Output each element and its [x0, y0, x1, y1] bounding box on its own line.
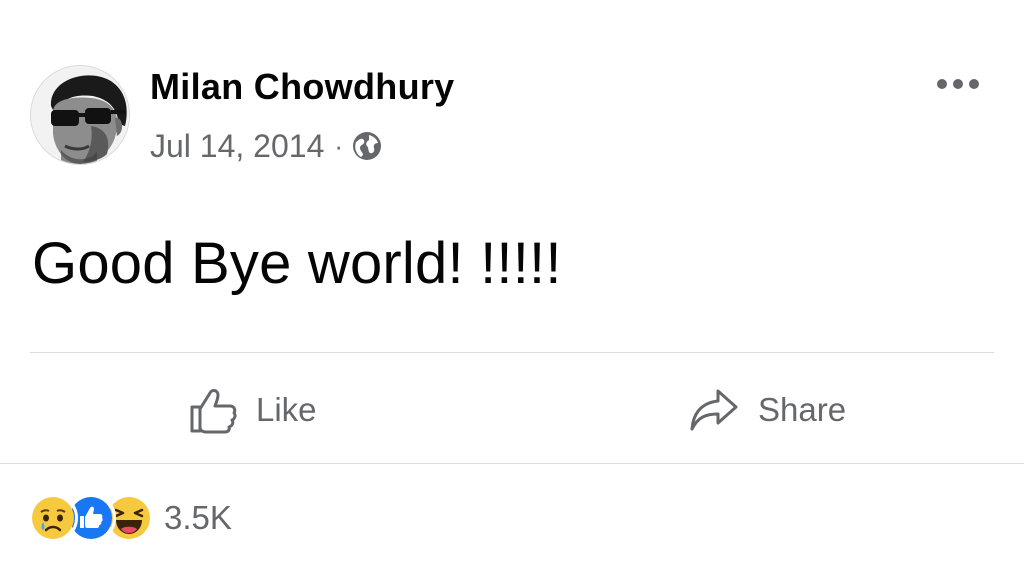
share-label: Share: [758, 391, 847, 428]
more-options-button[interactable]: [928, 66, 988, 102]
like-button[interactable]: Like: [188, 380, 317, 440]
like-label: Like: [256, 391, 317, 428]
share-button[interactable]: Share: [688, 380, 846, 440]
share-arrow-icon: [688, 385, 740, 435]
sad-reaction-icon: [28, 493, 78, 543]
divider: [0, 463, 1024, 464]
profile-photo-icon: [31, 66, 129, 164]
post-text: Good Bye world! !!!!!: [32, 231, 562, 296]
thumbs-up-icon: [188, 385, 238, 435]
post-meta: Jul 14, 2014 ·: [150, 126, 383, 166]
reactions-summary[interactable]: 3.5K: [28, 493, 232, 543]
post-card: Milan Chowdhury Jul 14, 2014 · Good Bye …: [0, 0, 1024, 576]
reaction-count: 3.5K: [164, 499, 232, 536]
author-avatar[interactable]: [30, 65, 130, 165]
meta-separator: ·: [334, 130, 344, 161]
more-horizontal-icon: [937, 79, 979, 89]
divider: [30, 352, 994, 353]
globe-icon[interactable]: [351, 130, 383, 162]
post-date[interactable]: Jul 14, 2014: [150, 128, 324, 165]
author-name[interactable]: Milan Chowdhury: [150, 66, 455, 108]
